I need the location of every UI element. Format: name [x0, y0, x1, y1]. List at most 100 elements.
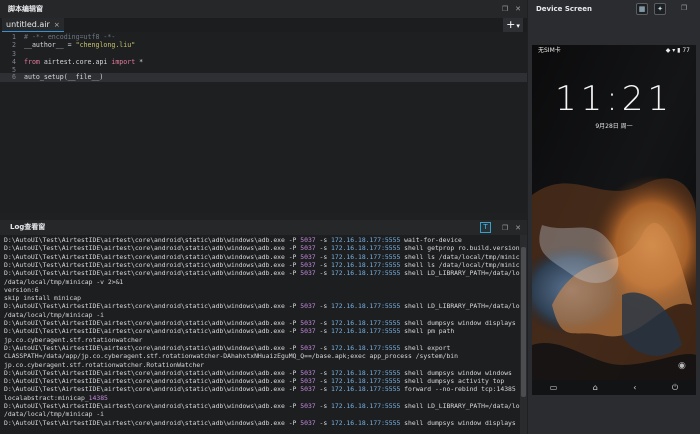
log-post: shell export	[400, 343, 451, 352]
log-output[interactable]: D:\AutoUI\Test\AirtestIDE\airtest\core\a…	[0, 235, 520, 434]
code-line: 4 from airtest.core.api import *	[0, 58, 527, 66]
log-ip: 172.16.18.177:5555	[331, 260, 401, 269]
log-post: forward --no-rebind tcp:14385	[400, 385, 516, 394]
log-mid: -s	[315, 236, 332, 244]
log-pre: D:\AutoUI\Test\AirtestIDE\airtest\core\a…	[4, 377, 301, 386]
log-mid: -s	[315, 244, 332, 253]
log-viewer-pane: Log查看窗 T ❐ ✕ D:\AutoUI\Test\AirtestIDE\a…	[0, 220, 527, 434]
log-line: D:\AutoUI\Test\AirtestIDE\airtest\core\a…	[4, 261, 520, 269]
log-pre: D:\AutoUI\Test\AirtestIDE\airtest\core\a…	[4, 343, 301, 352]
log-post: shell getprop ro.build.version.sdk	[404, 244, 520, 253]
recent-apps-icon[interactable]: ▭	[550, 383, 558, 392]
log-pre: D:\AutoUI\Test\AirtestIDE\airtest\core\a…	[4, 319, 301, 327]
log-port: 5037	[300, 368, 316, 377]
log-post: shell dumpsys window displays	[400, 319, 516, 327]
log-ip: 172.16.18.177:5555	[331, 343, 401, 352]
log-pre: D:\AutoUI\Test\AirtestIDE\airtest\core\a…	[4, 244, 301, 253]
log-line: jp.co.cyberagent.stf.rotationwatcher	[4, 336, 143, 344]
log-line: version:6	[4, 286, 39, 294]
editor-tab-bar: untitled.air × +▾	[0, 18, 527, 32]
log-ip: 172.16.18.177:5555	[331, 236, 401, 244]
code-editor[interactable]: 1 # -*- encoding=utf8 -*- 2 __author__ =…	[0, 32, 527, 213]
log-ip: 172.16.18.177:5555	[331, 269, 401, 278]
back-icon[interactable]: ‹	[633, 383, 636, 392]
tab-untitled-air[interactable]: untitled.air ×	[2, 18, 64, 32]
log-post: shell LD_LIBRARY_PATH=/data/local/tmp	[404, 302, 520, 311]
device-screen[interactable]: 无SIM卡 ◆ ▾ ▮ 77 11:21 9月28日 周一 ◉	[532, 45, 696, 395]
log-pre: D:\AutoUI\Test\AirtestIDE\airtest\core\a…	[4, 368, 301, 377]
power-icon[interactable]: ⏻	[672, 383, 678, 393]
log-post: shell ls /data/local/tmp/minicap	[400, 252, 520, 261]
home-icon[interactable]: ⌂	[593, 383, 598, 392]
log-mid: -s	[315, 302, 332, 311]
log-mid: -s	[315, 368, 332, 377]
log-mid: -s	[315, 319, 332, 327]
log-pre: D:\AutoUI\Test\AirtestIDE\airtest\core\a…	[4, 236, 301, 244]
log-pre: /data/local/tmp/minicap -i	[4, 310, 105, 319]
line-number: 2	[12, 41, 16, 50]
log-pre: CLASSPATH=/data/app/jp.co.cyberagent.stf…	[4, 352, 459, 361]
plus-icon: +	[506, 18, 516, 31]
log-line: /data/local/tmp/minicap -i	[4, 311, 104, 319]
log-ip: 172.16.18.177:5555	[331, 244, 401, 253]
log-line: skip install minicap	[4, 294, 81, 302]
log-pre: D:\AutoUI\Test\AirtestIDE\airtest\core\a…	[4, 385, 301, 394]
log-port: 14385	[88, 393, 108, 402]
device-pane-title: Device Screen	[536, 5, 592, 13]
log-post: shell ls /data/local/tmp/minicap.so	[404, 260, 520, 269]
log-line: localabstract:minicap_14385	[4, 394, 108, 402]
tab-close-icon[interactable]: ×	[54, 21, 60, 29]
log-filter-icon[interactable]: T	[480, 222, 491, 233]
log-mid: -s	[315, 377, 332, 386]
chevron-down-icon: ▾	[516, 22, 520, 30]
float-icon[interactable]: ❐	[499, 220, 511, 235]
log-post: shell LD_LIBRARY_PATH=/data/local/tmp	[404, 269, 520, 278]
phone-nav-bar: ▭ ⌂ ‹ ⏻	[532, 380, 696, 395]
log-scrollbar-thumb[interactable]	[521, 247, 526, 397]
log-ip: 172.16.18.177:5555	[331, 302, 401, 311]
log-line: D:\AutoUI\Test\AirtestIDE\airtest\core\a…	[4, 236, 462, 244]
line-number: 6	[12, 72, 16, 81]
new-script-button[interactable]: +▾	[503, 18, 523, 32]
log-port: 5037	[300, 236, 316, 244]
log-pre: D:\AutoUI\Test\AirtestIDE\airtest\core\a…	[4, 252, 301, 261]
code-line: 2 __author__ = "chenglong.liu"	[0, 41, 527, 49]
close-icon[interactable]: ✕	[512, 220, 524, 235]
float-icon[interactable]: ❐	[678, 3, 690, 15]
code-line-current: 6 auto_setup(__file__)	[0, 72, 527, 82]
log-line: D:\AutoUI\Test\AirtestIDE\airtest\core\a…	[4, 319, 516, 327]
log-port: 5037	[300, 343, 316, 352]
log-line: D:\AutoUI\Test\AirtestIDE\airtest\core\a…	[4, 377, 504, 385]
grid-icon[interactable]: ▦	[636, 3, 648, 15]
log-port: 5037	[300, 260, 316, 269]
log-line: jp.co.cyberagent.stf.rotationwatcher.Rot…	[4, 361, 204, 369]
log-mid: -s	[315, 418, 332, 427]
log-line: D:\AutoUI\Test\AirtestIDE\airtest\core\a…	[4, 385, 516, 393]
log-post: shell pm path	[400, 327, 455, 336]
log-line: /data/local/tmp/minicap -v 2>&1	[4, 278, 123, 286]
tab-label: untitled.air	[6, 20, 50, 29]
carrier-label: 无SIM卡	[538, 47, 561, 54]
log-port: 5037	[300, 319, 316, 327]
log-mid: -s	[315, 402, 332, 410]
close-icon[interactable]: ✕	[512, 0, 524, 18]
log-line: D:\AutoUI\Test\AirtestIDE\airtest\core\a…	[4, 269, 520, 277]
log-header: Log查看窗 T ❐ ✕	[0, 220, 527, 235]
camera-icon[interactable]: ◉	[678, 361, 690, 371]
log-port: 5037	[300, 244, 316, 253]
status-icons: ◆ ▾ ▮ 77	[665, 47, 690, 54]
log-line: D:\AutoUI\Test\AirtestIDE\airtest\core\a…	[4, 244, 520, 252]
tools-icon[interactable]: ✦	[654, 3, 666, 15]
log-pre: skip install minicap	[4, 294, 81, 303]
log-mid: -s	[315, 269, 332, 278]
log-line: D:\AutoUI\Test\AirtestIDE\airtest\core\a…	[4, 369, 512, 377]
log-mid: -s	[315, 260, 332, 269]
log-line: D:\AutoUI\Test\AirtestIDE\airtest\core\a…	[4, 327, 454, 335]
code-text: *	[135, 57, 144, 66]
log-line: D:\AutoUI\Test\AirtestIDE\airtest\core\a…	[4, 344, 450, 352]
float-icon[interactable]: ❐	[499, 0, 511, 18]
log-ip: 172.16.18.177:5555	[331, 319, 401, 327]
lockscreen-date: 9月28日 周一	[595, 123, 633, 130]
code-text: auto_setup(__file__)	[24, 72, 104, 81]
log-pane-title: Log查看窗	[10, 223, 46, 231]
